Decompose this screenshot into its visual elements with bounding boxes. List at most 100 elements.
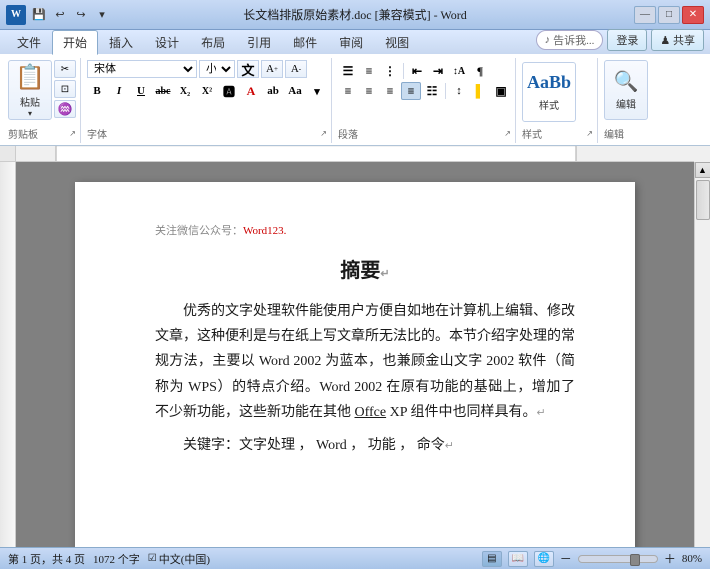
zoom-slider-track[interactable] — [578, 555, 658, 563]
paste-button[interactable]: 📋 粘贴 ▾ — [8, 60, 52, 120]
print-layout-button[interactable]: ▤ — [482, 551, 502, 567]
decrease-indent-button[interactable]: ⇤ — [407, 62, 427, 80]
para-divider1 — [403, 63, 404, 79]
align-right-button[interactable]: ≡ — [380, 82, 400, 100]
font-expand-aa[interactable]: A+ — [261, 60, 283, 78]
paste-arrow: ▾ — [28, 109, 32, 118]
ruler-svg — [16, 146, 694, 162]
styles-label-row: 样式 ↗ — [522, 125, 593, 143]
close-button[interactable]: ✕ — [682, 6, 704, 24]
tab-home[interactable]: 开始 — [52, 30, 98, 55]
status-bar-right: ▤ 📖 🌐 － ＋ 80% — [482, 550, 702, 567]
login-button[interactable]: 登录 — [607, 29, 647, 51]
tab-insert[interactable]: 插入 — [98, 30, 144, 54]
styles-expand-icon[interactable]: ↗ — [586, 129, 593, 138]
document-body[interactable]: 优秀的文字处理软件能使用户方便自如地在计算机上编辑、修改文章，这种便利是与在纸上… — [155, 299, 575, 425]
clipboard-group-top: 📋 粘贴 ▾ ✂ ⊡ ♒ — [8, 60, 76, 125]
zoom-plus[interactable]: ＋ — [664, 550, 676, 567]
font-wen-button[interactable]: 文 — [237, 60, 259, 78]
redo-button[interactable]: ↪ — [72, 6, 90, 24]
zoom-minus[interactable]: － — [560, 550, 572, 567]
tab-references[interactable]: 引用 — [236, 30, 282, 54]
tab-review[interactable]: 审阅 — [328, 30, 374, 54]
styles-group: AaBb 样式 样式 ↗ — [518, 58, 598, 143]
font-shrink-aa[interactable]: A- — [285, 60, 307, 78]
clear-format-button[interactable]: 🅰 — [219, 82, 239, 100]
header-link: Word123. — [243, 225, 286, 237]
font-more-button[interactable]: ▾ — [307, 82, 327, 100]
tab-design[interactable]: 设计 — [144, 30, 190, 54]
body-para-mark: ↵ — [537, 407, 546, 419]
shading-button[interactable]: ▌ — [470, 82, 490, 100]
line-spacing-button[interactable]: ↕ — [449, 82, 469, 100]
underline-button[interactable]: U — [131, 82, 151, 100]
column-button[interactable]: ☷ — [422, 82, 442, 100]
increase-indent-button[interactable]: ⇥ — [428, 62, 448, 80]
font-aa-button[interactable]: Aa — [285, 82, 305, 100]
more-button[interactable]: ▾ — [93, 6, 111, 24]
font-expand-icon[interactable]: ↗ — [320, 129, 327, 138]
paste-label: 粘贴 — [20, 94, 40, 109]
font-size-select[interactable]: 小二 — [199, 60, 235, 78]
numbered-list-button[interactable]: ≡ — [359, 62, 379, 80]
read-layout-button[interactable]: 📖 — [508, 551, 528, 567]
superscript-button[interactable]: X² — [197, 82, 217, 100]
align-center-button[interactable]: ≡ — [359, 82, 379, 100]
scroll-thumb[interactable] — [696, 180, 710, 220]
tab-view[interactable]: 视图 — [374, 30, 420, 54]
editing-label-row: 编辑 — [604, 125, 648, 143]
ruler-area — [0, 146, 710, 162]
paste-icon: 📋 — [15, 63, 45, 92]
para-divider2 — [445, 83, 446, 99]
document-header: 关注微信公众号：Word123. — [155, 222, 575, 238]
editing-button[interactable]: 🔍 编辑 — [604, 60, 648, 120]
text-highlight-button[interactable]: ab — [263, 82, 283, 100]
lang-text: 中文(中国) — [159, 551, 210, 567]
font-color-button[interactable]: A — [241, 82, 261, 100]
offce-link: Offce — [355, 405, 387, 420]
clipboard-label: 剪贴板 ↗ — [8, 125, 76, 143]
font-name-select[interactable]: 宋体 — [87, 60, 197, 78]
scroll-up-button[interactable]: ▲ — [695, 162, 710, 178]
undo-button[interactable]: ↩ — [51, 6, 69, 24]
tab-layout[interactable]: 布局 — [190, 30, 236, 54]
justify-button[interactable]: ≡ — [401, 82, 421, 100]
title-para-mark: ↵ — [380, 268, 389, 280]
document-keywords[interactable]: 关键字：文字处理 ， Word ， 功能 ， 命令↵ — [155, 433, 575, 458]
title-bar-left: W 💾 ↩ ↪ ▾ — [6, 5, 111, 25]
paragraph-expand-icon[interactable]: ↗ — [504, 129, 511, 138]
italic-button[interactable]: I — [109, 82, 129, 100]
cut-button[interactable]: ✂ — [54, 60, 76, 78]
copy-button[interactable]: ⊡ — [54, 80, 76, 98]
document-content[interactable]: 关注微信公众号：Word123. 摘要↵ 优秀的文字处理软件能使用户方便自如地在… — [16, 162, 694, 547]
bullet-list-button[interactable]: ☰ — [338, 62, 358, 80]
vertical-ruler — [0, 162, 16, 547]
editing-label: 编辑 — [616, 96, 636, 111]
minimize-button[interactable]: — — [634, 6, 656, 24]
format-painter-button[interactable]: ♒ — [54, 100, 76, 118]
tab-mailings[interactable]: 邮件 — [282, 30, 328, 54]
border-button[interactable]: ▣ — [491, 82, 511, 100]
word-icon: W — [6, 5, 26, 25]
align-left-button[interactable]: ≡ — [338, 82, 358, 100]
share-button[interactable]: ♟ 共享 — [651, 29, 704, 51]
styles-group-top: AaBb 样式 — [522, 60, 593, 125]
ruler-corner-right — [694, 146, 710, 162]
styles-box[interactable]: AaBb 样式 — [522, 62, 576, 122]
font-format-row: B I U abc X₂ X² 🅰 A ab Aa ▾ — [87, 82, 327, 100]
save-button[interactable]: 💾 — [30, 6, 48, 24]
zoom-slider-thumb[interactable] — [630, 554, 640, 566]
multilevel-list-button[interactable]: ⋮ — [380, 62, 400, 80]
web-layout-button[interactable]: 🌐 — [534, 551, 554, 567]
tell-me-box[interactable]: ♪ 告诉我... — [536, 30, 604, 50]
vertical-scrollbar[interactable]: ▲ — [694, 162, 710, 547]
subscript-button[interactable]: X₂ — [175, 82, 195, 100]
restore-button[interactable]: □ — [658, 6, 680, 24]
document-title[interactable]: 摘要↵ — [155, 254, 575, 283]
bold-button[interactable]: B — [87, 82, 107, 100]
sort-button[interactable]: ↕A — [449, 62, 469, 80]
clipboard-expand-icon[interactable]: ↗ — [69, 129, 76, 138]
show-para-button[interactable]: ¶ — [470, 62, 490, 80]
strikethrough-button[interactable]: abc — [153, 82, 173, 100]
tab-file[interactable]: 文件 — [6, 30, 52, 54]
